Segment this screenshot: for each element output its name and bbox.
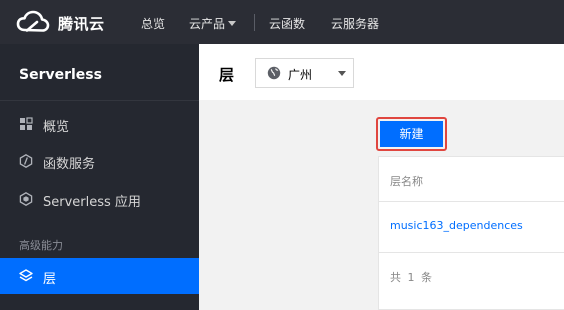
region-select[interactable]: 广州 [255,58,354,88]
layer-name-link[interactable]: music163_dependences [390,219,523,232]
nav-cvm[interactable]: 云服务器 [331,15,379,32]
nav-products-label: 云产品 [189,17,226,31]
page-header: 层 广州 [199,44,564,100]
chevron-down-icon [338,71,346,76]
brand-name[interactable]: 腾讯云 [58,13,105,34]
nav-products[interactable]: 云产品 [189,15,237,32]
sidebar-item-serverless-app[interactable]: Serverless 应用 [0,181,199,217]
column-header-layer-name: 层名称 [390,175,423,188]
top-nav: 腾讯云 总览 云产品 云函数 云服务器 [0,0,564,44]
sidebar-title: Serverless [19,67,102,83]
layers-table: 层名称 music163_dependences 共 1 条 [378,156,564,310]
new-layer-button[interactable]: 新建 [380,121,443,147]
sidebar-item-label: 函数服务 [43,157,96,172]
sidebar-divider [0,100,199,101]
sidebar-item-label: Serverless 应用 [43,195,141,210]
globe-icon [267,66,281,80]
table-row: music163_dependences [379,202,564,253]
region-value: 广州 [288,68,313,82]
chevron-down-icon [228,21,237,26]
sidebar-section-label: 高级能力 [19,239,63,252]
table-header: 层名称 [379,157,564,202]
nav-scf[interactable]: 云函数 [269,15,305,32]
sidebar-item-functions[interactable]: 函数服务 [0,143,199,179]
sidebar: Serverless 概览 函数服务 Serverless 应用 高级能力 层 [0,44,199,310]
layers-icon [19,269,33,282]
sidebar-item-layers[interactable]: 层 [0,258,199,294]
grid-icon [20,117,33,130]
app-icon [19,192,33,206]
table-footer-count: 共 1 条 [390,271,432,284]
cloud-logo-icon[interactable] [16,10,50,34]
page-title: 层 [219,66,235,84]
new-button-highlight: 新建 [376,117,447,151]
sidebar-item-label: 层 [43,272,57,287]
sidebar-item-label: 概览 [43,120,70,135]
function-icon [19,154,33,168]
nav-overview[interactable]: 总览 [141,15,165,32]
sidebar-item-overview[interactable]: 概览 [0,106,199,142]
nav-divider [254,14,255,31]
